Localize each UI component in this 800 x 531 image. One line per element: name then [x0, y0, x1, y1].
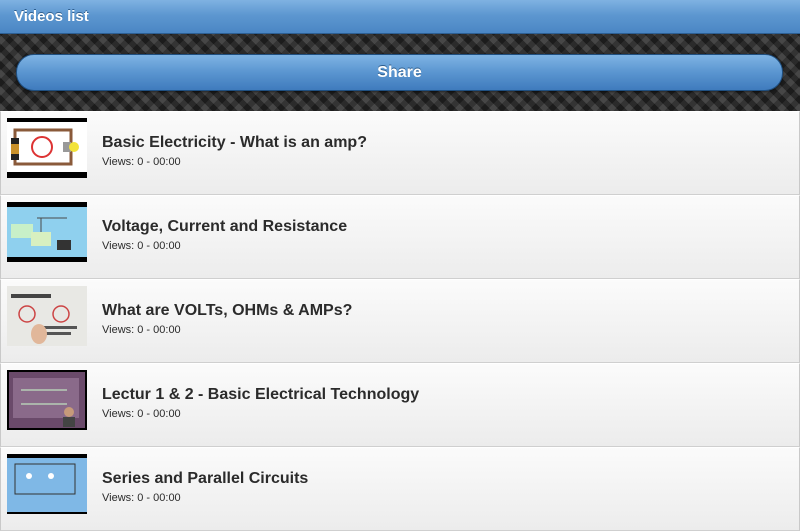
video-title: Lectur 1 & 2 - Basic Electrical Technolo…	[102, 386, 420, 403]
page-title: Videos list	[14, 8, 89, 25]
video-meta: Views: 0 - 00:00	[102, 240, 181, 252]
title-bar: Videos list	[0, 0, 800, 34]
circuit-thumbnail	[7, 454, 87, 514]
video-meta: Views: 0 - 00:00	[102, 324, 181, 336]
blue-slide-thumbnail	[7, 202, 87, 262]
whiteboard-thumbnail	[7, 286, 87, 346]
circuit-diagram-thumbnail	[7, 118, 87, 178]
video-list-item[interactable]: Lectur 1 & 2 - Basic Electrical Technolo…	[0, 363, 800, 447]
video-meta: Views: 0 - 00:00	[102, 408, 181, 420]
video-title: Series and Parallel Circuits	[102, 470, 309, 487]
video-meta: Views: 0 - 00:00	[102, 156, 181, 168]
video-list-item[interactable]: What are VOLTs, OHMs & AMPs? Views: 0 - …	[0, 279, 800, 363]
share-button[interactable]: Share	[16, 54, 783, 91]
video-list-item[interactable]: Basic Electricity - What is an amp? View…	[0, 111, 800, 195]
video-meta: Views: 0 - 00:00	[102, 492, 181, 504]
lecture-thumbnail	[7, 370, 87, 430]
video-title: What are VOLTs, OHMs & AMPs?	[102, 302, 353, 319]
video-list: Basic Electricity - What is an amp? View…	[0, 111, 800, 531]
toolbar: Share	[0, 34, 800, 111]
video-title: Voltage, Current and Resistance	[102, 218, 348, 235]
video-list-item[interactable]: Series and Parallel Circuits Views: 0 - …	[0, 447, 800, 531]
video-list-item[interactable]: Voltage, Current and Resistance Views: 0…	[0, 195, 800, 279]
video-title: Basic Electricity - What is an amp?	[102, 134, 367, 151]
